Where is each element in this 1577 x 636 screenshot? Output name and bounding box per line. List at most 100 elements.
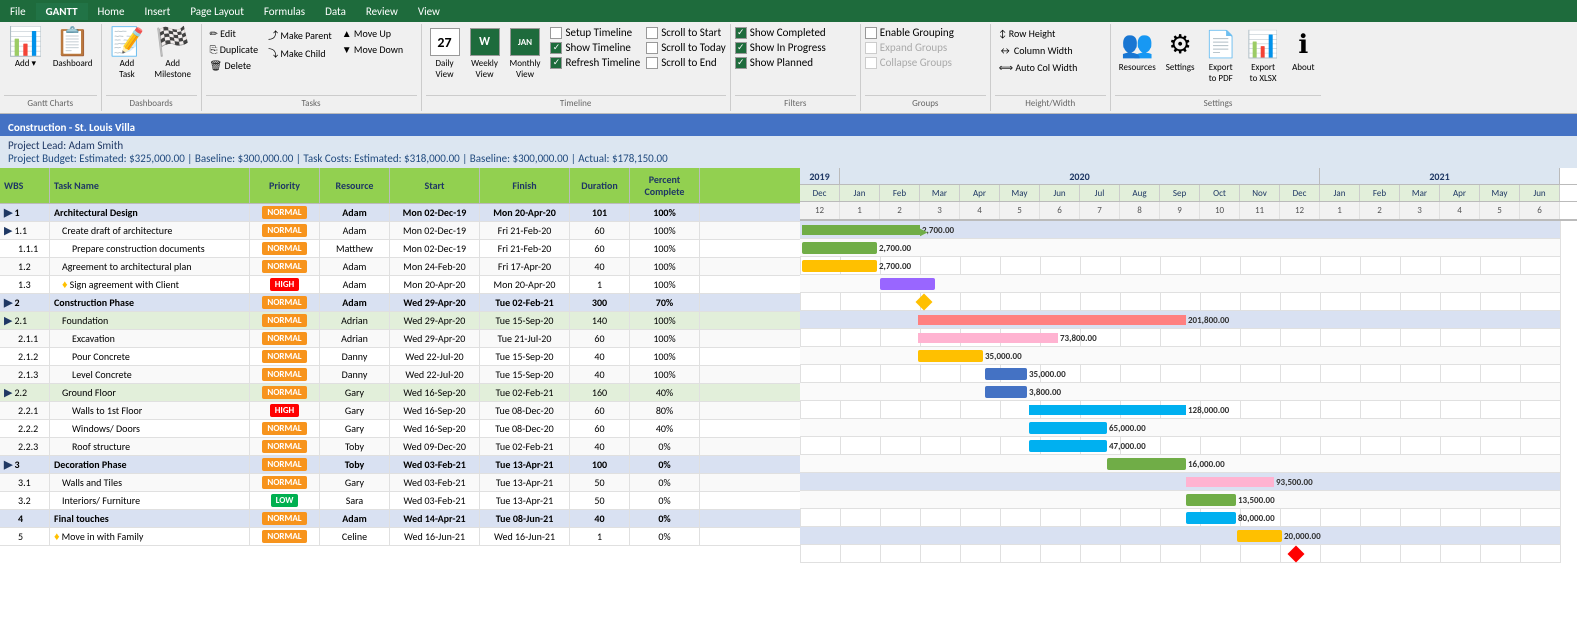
bar-label: 73,800.00	[1058, 333, 1097, 344]
add-task-button[interactable]: 📝 AddTask	[106, 26, 149, 82]
setup-timeline-item[interactable]: Setup Timeline	[550, 26, 640, 39]
expand-arrow[interactable]: ▶	[4, 206, 12, 219]
scroll-end-item[interactable]: Scroll to End	[646, 56, 726, 69]
th-start: Start	[390, 168, 480, 203]
auto-col-width-button[interactable]: ⟺ Auto Col Width	[995, 60, 1082, 75]
menu-gantt[interactable]: GANTT	[36, 3, 88, 20]
move-down-button[interactable]: ▼ Move Down	[338, 42, 407, 57]
export-pdf-button[interactable]: 📄 Exportto PDF	[1201, 26, 1241, 86]
show-timeline-checkbox[interactable]	[550, 42, 562, 54]
show-in-progress-checkbox[interactable]	[735, 42, 747, 54]
show-timeline-label: Show Timeline	[565, 41, 630, 54]
about-button[interactable]: ℹ About	[1285, 26, 1321, 75]
scroll-today-checkbox[interactable]	[646, 42, 658, 54]
duplicate-button[interactable]: ⎘ Duplicate	[206, 42, 263, 57]
column-width-button[interactable]: ↔ Column Width	[995, 43, 1082, 58]
ribbon-settings-items: 👥 Resources ⚙ Settings 📄 Exportto PDF 📊 …	[1115, 26, 1322, 95]
expand-arrow[interactable]: ▶	[4, 314, 12, 327]
gantt-row	[800, 545, 1560, 563]
gantt-bar: 13,500.00	[1186, 494, 1236, 506]
collapse-groups-item[interactable]: Collapse Groups	[865, 56, 954, 69]
show-in-progress-item[interactable]: Show In Progress	[735, 41, 826, 54]
ribbon-group-gantt-charts: 📊 Add ▾ 📋 Dashboard Gantt Charts	[0, 24, 102, 111]
show-completed-checkbox[interactable]	[735, 27, 747, 39]
resource-cell: Matthew	[320, 240, 390, 257]
weekly-view-button[interactable]: W WeeklyView	[466, 26, 504, 82]
monthly-view-button[interactable]: JAN MonthlyView	[506, 26, 545, 82]
priority-badge: NORMAL	[262, 458, 306, 471]
expand-arrow[interactable]: ▶	[4, 296, 12, 309]
menu-data[interactable]: Data	[315, 3, 356, 20]
expand-groups-checkbox[interactable]	[865, 42, 877, 54]
make-parent-button[interactable]: ⤴ Make Parent	[264, 26, 336, 43]
daily-view-button[interactable]: 27 DailyView	[426, 26, 464, 82]
settings-button[interactable]: ⚙ Settings	[1162, 26, 1199, 75]
expand-arrow[interactable]: ▶	[4, 386, 12, 399]
menu-home[interactable]: Home	[88, 3, 135, 20]
enable-grouping-item[interactable]: Enable Grouping	[865, 26, 954, 39]
expand-arrow[interactable]: ▶	[4, 458, 12, 471]
year-cell: 2020	[840, 168, 1320, 184]
gantt-row: 13,500.00	[800, 491, 1560, 509]
expand-groups-item[interactable]: Expand Groups	[865, 41, 954, 54]
priority-cell: HIGH	[250, 402, 320, 419]
scroll-start-checkbox[interactable]	[646, 27, 658, 39]
add-button[interactable]: 📊 Add ▾	[4, 26, 47, 71]
show-completed-item[interactable]: Show Completed	[735, 26, 826, 39]
scroll-today-item[interactable]: Scroll to Today	[646, 41, 726, 54]
menu-view[interactable]: View	[408, 3, 450, 20]
setup-timeline-checkbox[interactable]	[550, 27, 562, 39]
menu-formulas[interactable]: Formulas	[254, 3, 315, 20]
about-label: About	[1292, 62, 1314, 73]
scroll-start-item[interactable]: Scroll to Start	[646, 26, 726, 39]
edit-button[interactable]: ✏ Edit	[206, 26, 263, 41]
show-planned-item[interactable]: Show Planned	[735, 56, 826, 69]
wbs-cell: 3.1	[0, 474, 50, 491]
move-up-button[interactable]: ▲ Move Up	[338, 26, 407, 41]
year-row: 201920202021	[800, 168, 1577, 185]
resource-cell: Adam	[320, 258, 390, 275]
dashboard-button[interactable]: 📋 Dashboard	[49, 26, 97, 71]
export-xlsx-button[interactable]: 📊 Exportto XLSX	[1243, 26, 1283, 86]
week-cell: 3	[1400, 202, 1440, 219]
collapse-groups-checkbox[interactable]	[865, 57, 877, 69]
scroll-end-checkbox[interactable]	[646, 57, 658, 69]
expand-arrow[interactable]: ▶	[4, 224, 12, 237]
taskname-cell: Ground Floor	[50, 384, 250, 401]
taskname-cell: Agreement to architectural plan	[50, 258, 250, 275]
month-cell: Jan	[840, 185, 880, 201]
refresh-timeline-item[interactable]: Refresh Timeline	[550, 56, 640, 69]
add-milestone-button[interactable]: 🏁 AddMilestone	[150, 26, 195, 82]
start-cell: Wed 14-Apr-21	[390, 510, 480, 527]
duration-cell: 60	[570, 402, 630, 419]
table-row: 2.1.3 Level Concrete NORMAL Danny Wed 22…	[0, 366, 800, 384]
make-child-button[interactable]: ⤵ Make Child	[264, 44, 336, 61]
duration-cell: 100	[570, 456, 630, 473]
add-label: Add ▾	[15, 58, 36, 69]
export-pdf-icon: 📄	[1205, 28, 1237, 60]
start-cell: Mon 02-Dec-19	[390, 222, 480, 239]
enable-grouping-checkbox[interactable]	[865, 27, 877, 39]
delete-button[interactable]: 🗑 Delete	[206, 58, 263, 73]
menu-review[interactable]: Review	[356, 3, 408, 20]
refresh-timeline-checkbox[interactable]	[550, 57, 562, 69]
refresh-timeline-label: Refresh Timeline	[565, 56, 640, 69]
show-timeline-item[interactable]: Show Timeline	[550, 41, 640, 54]
finish-cell: Wed 16-Jun-21	[480, 528, 570, 545]
resources-button[interactable]: 👥 Resources	[1115, 26, 1160, 75]
menu-file[interactable]: File	[0, 3, 36, 20]
priority-cell: NORMAL	[250, 474, 320, 491]
timeline-label: Timeline	[426, 95, 726, 109]
row-height-button[interactable]: ↕ Row Height	[995, 26, 1082, 41]
taskname-cell: Interiors/ Furniture	[50, 492, 250, 509]
menu-page-layout[interactable]: Page Layout	[180, 3, 254, 20]
gantt-chart: 201920202021 DecJanFebMarAprMayJunJulAug…	[800, 168, 1577, 563]
table-row: ▶ 2.1 Foundation NORMAL Adrian Wed 29-Ap…	[0, 312, 800, 330]
show-planned-checkbox[interactable]	[735, 57, 747, 69]
duration-cell: 60	[570, 222, 630, 239]
th-priority: Priority	[250, 168, 320, 203]
priority-cell: NORMAL	[250, 348, 320, 365]
gantt-row: 73,800.00	[800, 329, 1560, 347]
duration-cell: 50	[570, 474, 630, 491]
menu-insert[interactable]: Insert	[134, 3, 180, 20]
